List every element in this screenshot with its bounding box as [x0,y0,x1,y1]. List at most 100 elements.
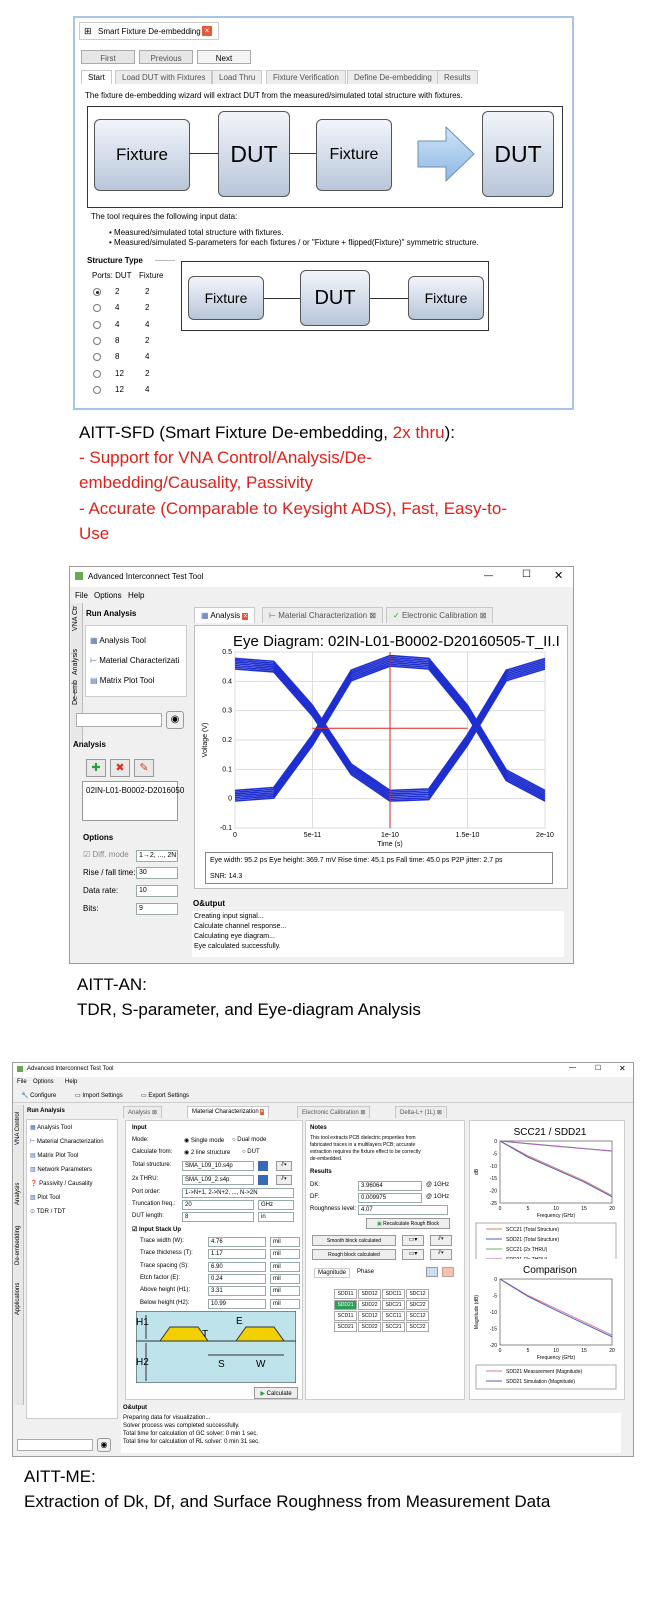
mode-dual-radio[interactable]: ○ Dual mode [232,1137,266,1143]
tab-load-thru[interactable]: Load Thru [212,70,263,84]
matrix-cell[interactable]: SDD11 [334,1289,357,1299]
side-tab-vna[interactable]: VNA Ctr [72,606,79,631]
tool-analysis[interactable]: ▦ Analysis Tool [90,636,146,645]
close-icon[interactable]: ⊠ [369,611,376,620]
diff-mode-select[interactable]: 1→2, ..., 2N [136,850,178,862]
param-unit-select[interactable]: mil [270,1273,300,1284]
matrix-cell[interactable]: SDD21 [334,1300,357,1310]
dut-length-unit-select[interactable]: in [258,1212,294,1222]
calc-2line-radio[interactable]: ◉ 2 line structure [184,1149,230,1156]
matrix-cell[interactable]: SCD21 [334,1322,357,1332]
truncation-unit-select[interactable]: GHz [258,1200,294,1210]
structure-radio[interactable] [93,369,101,378]
param-input[interactable]: 0.24 [208,1273,266,1284]
matrix-cell[interactable]: SCD22 [358,1322,381,1332]
matrix-cell[interactable]: SCC12 [406,1311,429,1321]
tab-analysis[interactable]: Analysis ⊠ [123,1106,163,1118]
tab-delta-l[interactable]: Delta-L+ (1L) ⊠ [395,1106,447,1118]
close-icon[interactable]: ✕ [554,569,563,582]
minimize-icon[interactable]: — [484,570,493,580]
param-input[interactable]: 6.90 [208,1261,266,1272]
side-tab-deembedding[interactable]: De-embedding [15,1226,21,1265]
mode-single-radio[interactable]: ◉ Single mode [184,1137,224,1144]
tool-item[interactable]: ▥ Network Parameters [30,1166,92,1173]
maximize-icon[interactable]: ☐ [595,1064,601,1072]
matrix-icon[interactable] [426,1267,438,1277]
port-order-select[interactable]: 1->N+1, 2->N+2, ..., N->2N [182,1188,294,1198]
param-unit-select[interactable]: mil [270,1286,300,1297]
tab-phase[interactable]: Phase [354,1268,377,1276]
save-icon[interactable] [258,1175,268,1185]
tab-results[interactable]: Results [437,70,478,84]
side-tab-applications[interactable]: Applications [15,1283,21,1315]
plot-icon[interactable]: ⫽▾ [430,1235,452,1246]
next-button[interactable]: Next [197,50,251,64]
matrix-cell[interactable]: SDC21 [382,1300,405,1310]
save-icon[interactable] [258,1161,268,1171]
sfd-tab-header[interactable]: ⊞ Smart Fixture De-embedding × [79,22,219,40]
structure-radio[interactable] [93,320,101,329]
dut-length-input[interactable]: 8 [182,1212,254,1222]
menu-help[interactable]: Help [65,1079,77,1085]
recalculate-button[interactable]: ▣ Recalculate Rough Block [366,1218,450,1229]
matrix-cell[interactable]: SDD12 [358,1289,381,1299]
param-input[interactable]: 1.17 [208,1249,266,1260]
tool-matrix-plot[interactable]: ▤ Matrix Plot Tool [90,676,154,685]
clear-icon[interactable] [442,1267,454,1277]
tool-item[interactable]: ▤ Matrix Plot Tool [30,1152,78,1159]
calc-dut-radio[interactable]: ○ DUT [242,1149,260,1155]
clear-icon[interactable]: ✎ [134,759,154,777]
side-tab-analysis[interactable]: Analysis [72,649,79,675]
tool-item[interactable]: ⊙ TDR / TDT [30,1208,65,1215]
matrix-cell[interactable]: SCC11 [382,1311,405,1321]
matrix-cell[interactable]: SCD12 [358,1311,381,1321]
structure-radio[interactable] [93,288,101,296]
close-icon[interactable]: × [202,26,212,36]
structure-radio[interactable] [93,336,101,345]
plot-icon[interactable]: ⫽▾ [276,1175,292,1185]
matrix-cell[interactable]: SCC22 [406,1322,429,1332]
matrix-cell[interactable]: SDD22 [358,1300,381,1310]
structure-radio[interactable] [93,385,101,394]
matrix-cell[interactable]: SCC21 [382,1322,405,1332]
search-box[interactable] [17,1439,93,1451]
param-unit-select[interactable]: mil [270,1249,300,1260]
close-icon[interactable]: × [260,1109,264,1115]
tab-load-dut[interactable]: Load DUT with Fixtures [115,70,213,84]
structure-radio[interactable] [93,304,101,313]
smooth-block-button[interactable]: Smooth block calculated [312,1235,396,1246]
tab-material[interactable]: ⊢ Material Characterization ⊠ [262,607,384,623]
import-settings-button[interactable]: ▭ Import Settings [75,1092,123,1099]
thru-input[interactable]: SMA_L09_2.s4p [182,1175,254,1185]
matrix-cell[interactable]: SCD11 [334,1311,357,1321]
minimize-icon[interactable]: — [569,1064,576,1071]
menu-options[interactable]: Options [94,591,122,600]
side-tab-vna[interactable]: VNA Control [15,1112,21,1145]
structure-radio[interactable] [93,353,101,362]
menu-file[interactable]: File [17,1079,27,1085]
menu-file[interactable]: File [75,591,88,600]
param-unit-select[interactable]: mil [270,1298,300,1309]
menu-help[interactable]: Help [128,591,144,600]
param-input[interactable]: 3.31 [208,1286,266,1297]
tool-item[interactable]: ❓ Passivity / Causality [30,1180,93,1187]
tool-item[interactable]: ⊢ Material Characterization [30,1138,104,1145]
data-rate-input[interactable]: 10 [136,885,178,897]
rough-block-button[interactable]: Rough block calculated [312,1249,396,1260]
matrix-cell[interactable]: SDC22 [406,1300,429,1310]
export-settings-button[interactable]: ▭ Export Settings [141,1092,189,1099]
truncation-input[interactable]: 20 [182,1200,254,1210]
diff-mode-checkbox[interactable]: ☑ Diff. mode [83,850,129,859]
tab-fixture-verification[interactable]: Fixture Verification [266,70,346,84]
tab-magnitude[interactable]: Magnitude [314,1268,351,1278]
maximize-icon[interactable]: ☐ [522,569,531,580]
matrix-cell[interactable]: SDC11 [382,1289,405,1299]
total-structure-input[interactable]: SMA_L09_10.s4p [182,1161,254,1171]
tool-item[interactable]: ▦ Analysis Tool [30,1124,72,1131]
previous-button[interactable]: Previous [139,50,193,64]
tab-material[interactable]: Material Characterization × [187,1106,269,1118]
param-input[interactable]: 10.99 [208,1298,266,1309]
menu-options[interactable]: Options [33,1079,54,1085]
tab-electronic-calibration[interactable]: Electronic Calibration ⊠ [297,1106,371,1118]
tab-electronic-calibration[interactable]: ✓ Electronic Calibration ⊠ [386,607,494,623]
